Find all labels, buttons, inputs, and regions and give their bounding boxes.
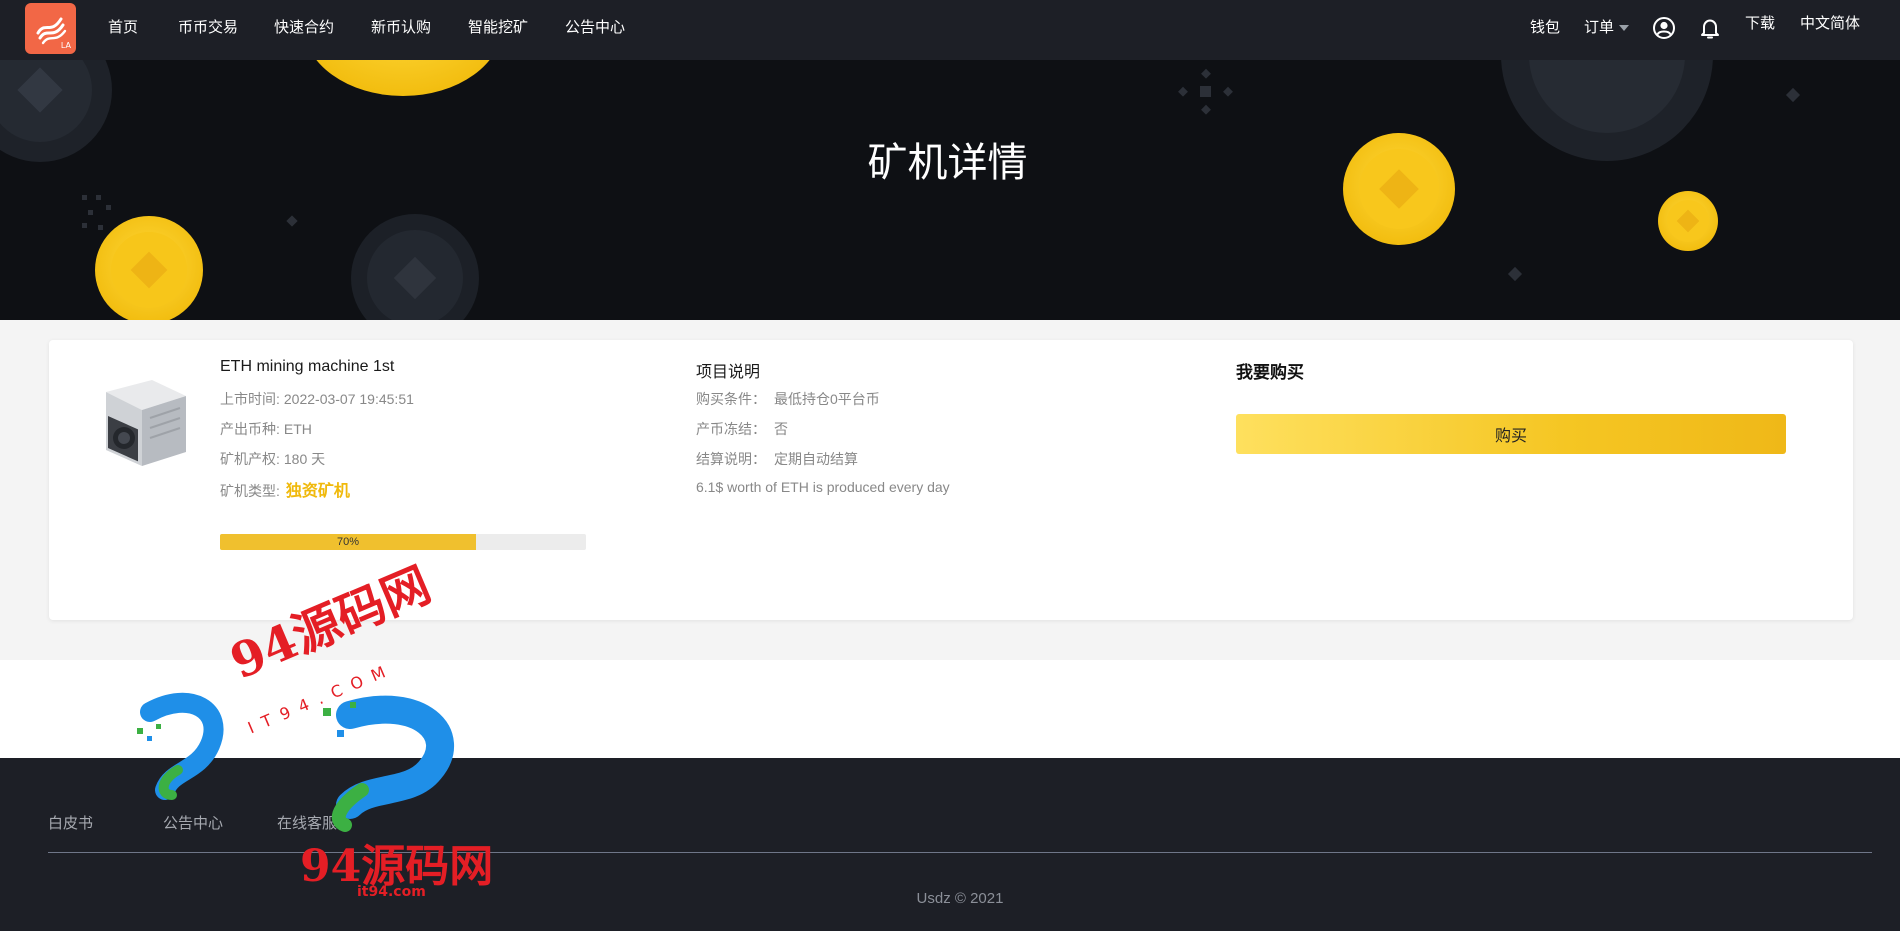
- freeze-label: 产币冻结：: [696, 421, 766, 437]
- nav-spot-trading[interactable]: 币币交易: [178, 0, 238, 56]
- machine-type-value: 独资矿机: [285, 483, 350, 500]
- currency-label: 产出币种:: [220, 421, 280, 437]
- currency-row: 产出币种: ETH: [220, 419, 312, 439]
- footer-divider: [48, 852, 1872, 853]
- progress-text: 70%: [336, 536, 360, 548]
- nav-new-coin[interactable]: 新币认购: [371, 0, 431, 56]
- freeze-value: 否: [774, 421, 788, 437]
- hero-banner: 矿机详情: [0, 60, 1900, 320]
- term-row: 矿机产权: 180 天: [220, 449, 325, 469]
- condition-value: 最低持仓0平台币: [774, 391, 880, 407]
- term-label: 矿机产权:: [220, 451, 280, 467]
- footer-announcements-link[interactable]: 公告中心: [163, 812, 223, 833]
- nav-home[interactable]: 首页: [108, 0, 138, 56]
- mining-machine-image: [106, 380, 186, 466]
- language-selector[interactable]: 中文简体: [1800, 0, 1860, 52]
- condition-row: 购买条件： 最低持仓0平台币: [696, 389, 880, 409]
- term-value: 180 天: [283, 451, 326, 467]
- listing-time-value: 2022-03-07 19:45:51: [283, 391, 414, 407]
- brand-logo[interactable]: LA: [25, 3, 76, 54]
- product-name: ETH mining machine 1st: [220, 358, 395, 375]
- user-icon[interactable]: [1651, 15, 1677, 41]
- coins-decoration: [0, 60, 1801, 320]
- footer-support-link[interactable]: 在线客服: [277, 812, 337, 833]
- nav-wallet[interactable]: 钱包: [1530, 0, 1560, 56]
- footer-whitepaper-link[interactable]: 白皮书: [48, 812, 93, 833]
- settle-label: 结算说明：: [696, 451, 766, 467]
- condition-label: 购买条件：: [696, 391, 766, 407]
- logo-text: LA: [60, 41, 71, 50]
- bell-icon[interactable]: [1697, 15, 1723, 41]
- currency-value: ETH: [283, 421, 312, 437]
- buy-button[interactable]: 购买: [1236, 414, 1786, 454]
- top-nav: LA 首页 币币交易 快速合约 新币认购 智能挖矿 公告中心 钱包 订单 下载 …: [0, 0, 1900, 60]
- machine-type-label: 矿机类型:: [220, 483, 280, 499]
- footer: 白皮书 公告中心 在线客服 Usdz © 2021: [0, 758, 1900, 931]
- sales-progress-bar: 70%: [220, 534, 586, 550]
- nav-quick-contract[interactable]: 快速合约: [274, 0, 334, 56]
- nav-orders-label: 订单: [1584, 19, 1615, 36]
- nav-smart-mining[interactable]: 智能挖矿: [468, 0, 528, 56]
- miner-detail-card: ETH mining machine 1st 上市时间: 2022-03-07 1…: [49, 340, 1853, 620]
- settle-value: 定期自动结算: [774, 451, 858, 467]
- page-title: 矿机详情: [867, 140, 1028, 186]
- production-note: 6.1$ worth of ETH is produced every day: [696, 479, 950, 495]
- listing-time-row: 上市时间: 2022-03-07 19:45:51: [220, 389, 414, 409]
- chevron-down-icon: [1619, 25, 1630, 32]
- machine-type-row: 矿机类型: 独资矿机: [220, 477, 350, 501]
- listing-time-label: 上市时间:: [220, 391, 280, 407]
- nav-orders[interactable]: 订单: [1584, 0, 1630, 56]
- description-title: 项目说明: [696, 364, 761, 381]
- copyright: Usdz © 2021: [916, 890, 1004, 907]
- freeze-row: 产币冻结： 否: [696, 419, 788, 439]
- watermark-domain-top: IT94.COM: [245, 658, 398, 738]
- nav-announcements[interactable]: 公告中心: [565, 0, 625, 56]
- nav-download[interactable]: 下载: [1745, 0, 1775, 52]
- purchase-title: 我要购买: [1236, 363, 1304, 382]
- settle-row: 结算说明： 定期自动结算: [696, 449, 858, 469]
